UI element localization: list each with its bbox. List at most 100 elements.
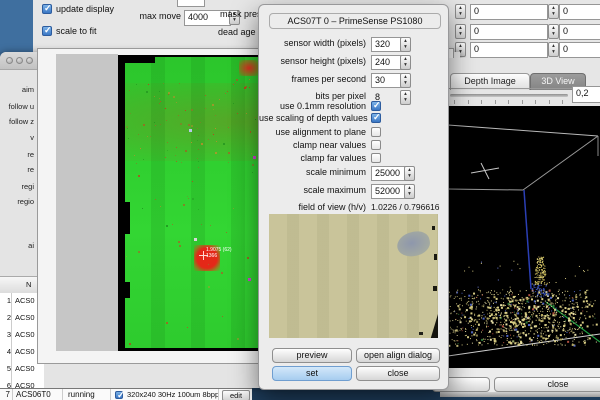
- spin-field[interactable]: 0: [559, 24, 600, 40]
- spin-stepper[interactable]: ▲▼: [548, 4, 559, 19]
- spin-field[interactable]: 0: [470, 24, 548, 40]
- sidebar-label: aim: [0, 85, 34, 94]
- spin-stepper[interactable]: ▲▼: [455, 4, 466, 19]
- open-align-dialog-button[interactable]: open align dialog: [356, 348, 440, 363]
- clamp-near-checkbox[interactable]: [371, 140, 381, 150]
- field-label: sensor height (pixels): [259, 55, 366, 68]
- preview-speck: [433, 286, 437, 291]
- row-number: 3: [0, 327, 12, 344]
- spin-field[interactable]: 0: [559, 4, 600, 20]
- scale-to-fit-label: scale to fit: [56, 26, 97, 37]
- field-label: sensor width (pixels): [259, 37, 366, 50]
- zoom-value-field[interactable]: 0,2: [572, 86, 600, 103]
- use-alignment-checkbox[interactable]: [371, 127, 381, 137]
- set-button[interactable]: set: [272, 366, 352, 381]
- row-number: 1: [0, 293, 12, 310]
- spin-field[interactable]: 0: [470, 42, 548, 58]
- heatmap-gray-margin: [56, 54, 118, 351]
- set-button-label: set: [306, 368, 318, 378]
- edit-button[interactable]: edit: [222, 390, 250, 400]
- dead-age-label: dead age li: [218, 27, 262, 38]
- tab-label: 3D View: [541, 76, 574, 86]
- row-name: ACS0: [15, 310, 35, 326]
- sensor-height-stepper[interactable]: ▲▼: [400, 55, 411, 70]
- preview-speck: [419, 332, 423, 335]
- preview-speck: [432, 226, 435, 230]
- scale-to-fit-checkbox[interactable]: [42, 26, 52, 36]
- fov-value: 1.0226 / 0.796616: [371, 201, 440, 214]
- scale-max-field[interactable]: 52000: [371, 184, 406, 199]
- fps-field[interactable]: 30: [371, 73, 402, 88]
- open-align-label: open align dialog: [364, 350, 432, 360]
- spin-field[interactable]: 0: [470, 4, 548, 20]
- row-number: 5: [0, 361, 12, 378]
- row-name: ACS0: [15, 327, 35, 343]
- spin-stepper[interactable]: ▲▼: [548, 42, 559, 57]
- depth-preview-image: [269, 214, 438, 338]
- field-label: scale minimum: [259, 166, 366, 179]
- view-close-button[interactable]: close: [494, 377, 600, 392]
- row-number: 2: [0, 310, 12, 327]
- table-row[interactable]: 6 ACS0: [0, 378, 44, 388]
- use-scaling-checkbox[interactable]: [371, 113, 381, 123]
- scale-min-field[interactable]: 25000: [371, 166, 406, 181]
- fps-stepper[interactable]: ▲▼: [400, 73, 411, 88]
- spin-field[interactable]: 0: [559, 42, 600, 58]
- cutoff-field[interactable]: [177, 0, 205, 7]
- pointcloud-canvas: [447, 106, 600, 368]
- preview-button[interactable]: preview: [272, 348, 352, 363]
- screenshot-root: update display scale to fit max move 400…: [0, 0, 600, 400]
- edit-label: edit: [230, 391, 242, 400]
- field-label: frames per second: [259, 73, 366, 86]
- row-number: 6: [0, 378, 12, 388]
- sensor-width-field[interactable]: 320: [371, 37, 402, 52]
- sensor-config: 320x240 30Hz 100um 8bpp: [127, 390, 219, 399]
- sensor-status: running: [68, 390, 95, 399]
- check-label: clamp near values: [259, 139, 366, 152]
- view-panel: Depth Image 3D View 0,2 close: [440, 58, 600, 397]
- sidebar-label: regio: [0, 197, 34, 206]
- sidebar-label: re: [0, 150, 34, 159]
- row-name: ACS0: [15, 293, 35, 309]
- view-close-label: close: [547, 379, 568, 389]
- row-name: ACS0: [15, 361, 35, 377]
- row-name: ACS0: [15, 378, 35, 388]
- cell-divider: [62, 389, 63, 400]
- sidebar-label: regi: [0, 182, 34, 191]
- sidebar-label: re: [0, 165, 34, 174]
- sensor-height-field[interactable]: 240: [371, 55, 402, 70]
- zoom-window-icon[interactable]: [26, 57, 33, 64]
- tab-label: Depth Image: [464, 76, 516, 86]
- close-window-icon[interactable]: [6, 57, 13, 64]
- clamp-far-checkbox[interactable]: [371, 153, 381, 163]
- active-sensor-row[interactable]: 7 ACS06T0 running 320x240 30Hz 100um 8bp…: [0, 388, 252, 400]
- sidebar-label: follow z: [0, 117, 34, 126]
- sidebar-label: v: [0, 133, 34, 142]
- use-01mm-checkbox[interactable]: [371, 101, 381, 111]
- fov-label: field of view (h/v): [259, 201, 366, 214]
- dialog-title: ACS07T 0 – PrimeSense PS1080: [269, 13, 441, 29]
- scale-min-stepper[interactable]: ▲▼: [404, 166, 415, 181]
- sensor-name: ACS06T0: [16, 390, 51, 399]
- scale-max-stepper[interactable]: ▲▼: [404, 184, 415, 199]
- sidebar-label: ai: [0, 241, 34, 250]
- zoom-slider[interactable]: [450, 94, 568, 97]
- spin-stepper[interactable]: ▲▼: [548, 24, 559, 39]
- sidebar-label: follow u: [0, 102, 34, 111]
- spin-stepper[interactable]: ▲▼: [455, 24, 466, 39]
- close-button[interactable]: close: [356, 366, 440, 381]
- bpp-stepper[interactable]: ▲▼: [400, 90, 411, 105]
- minimize-window-icon[interactable]: [16, 57, 23, 64]
- sensor-width-stepper[interactable]: ▲▼: [400, 37, 411, 52]
- view-bottom-bar: close: [440, 368, 600, 392]
- check-label: clamp far values: [259, 152, 366, 165]
- pointcloud-viewport[interactable]: [447, 106, 600, 368]
- desktop-background: [0, 0, 33, 52]
- max-move-label: max move: [93, 11, 181, 22]
- row-name: ACS0: [15, 344, 35, 360]
- table-header-label: N: [26, 277, 31, 292]
- config-checkbox[interactable]: [115, 391, 123, 399]
- cell-divider: [218, 389, 219, 400]
- update-display-checkbox[interactable]: [42, 4, 52, 14]
- row-number: 7: [0, 390, 10, 399]
